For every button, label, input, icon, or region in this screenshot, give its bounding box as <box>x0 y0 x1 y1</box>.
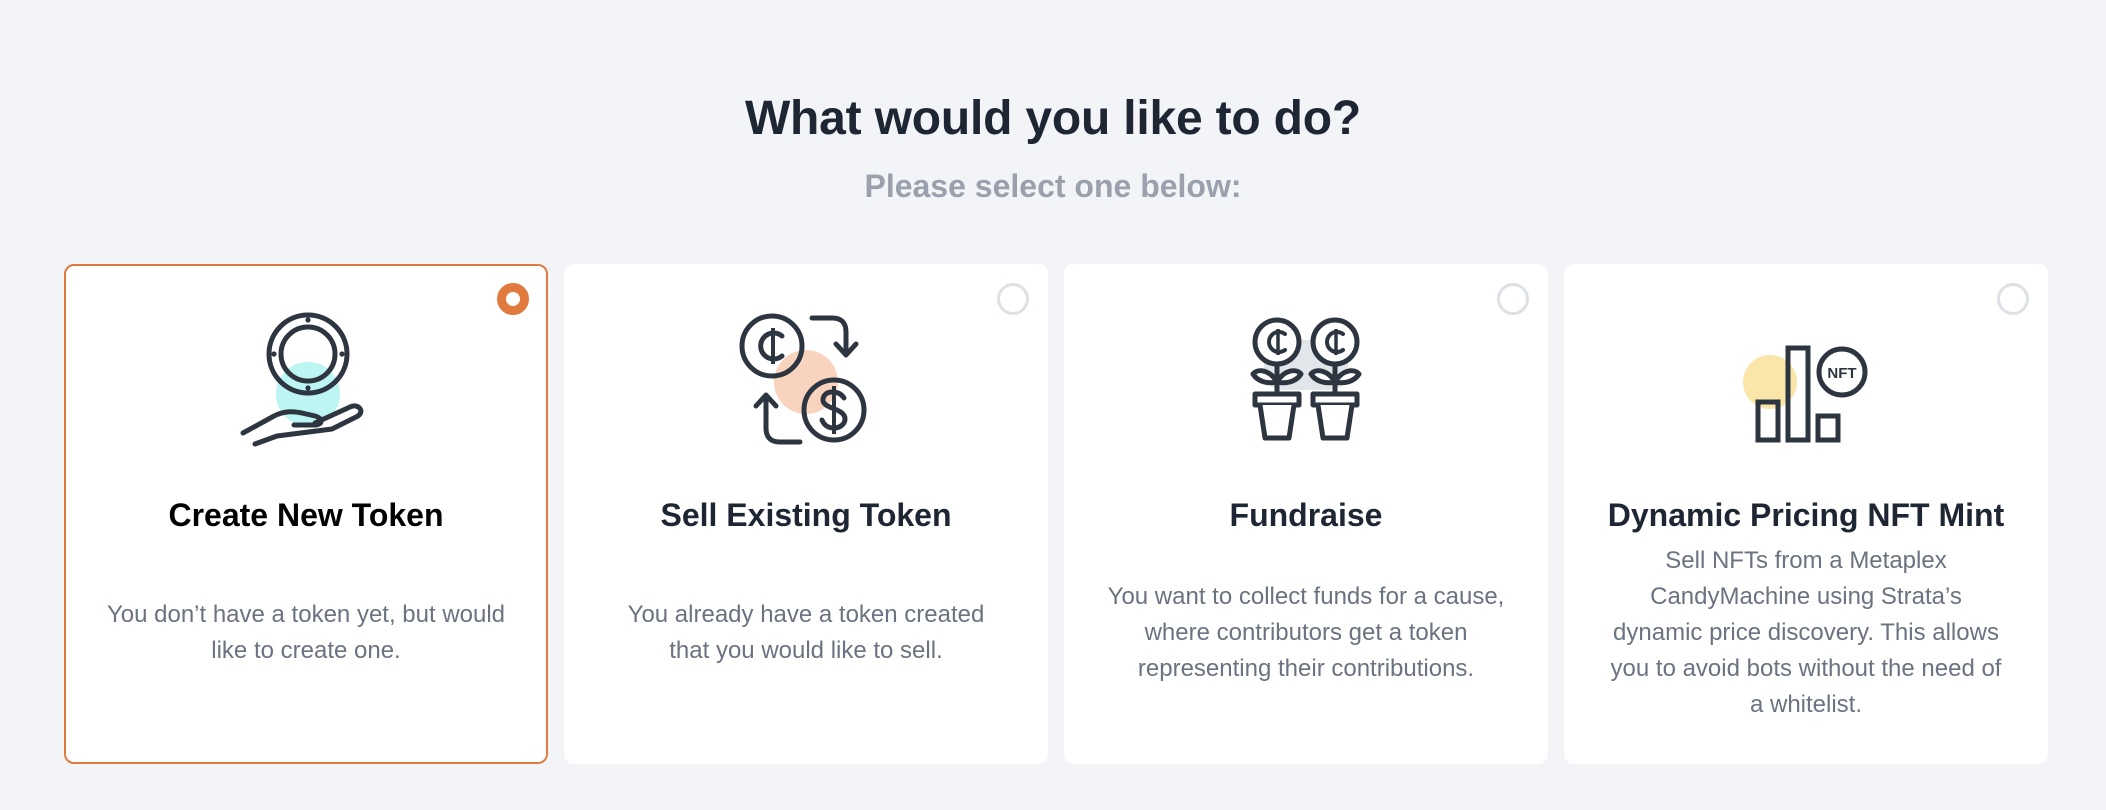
card-description: You don’t have a token yet, but would li… <box>106 601 506 664</box>
nft-icon-label: NFT <box>1827 365 1856 382</box>
potted-coin-plants-icon <box>1250 317 1362 441</box>
option-card-fundraise[interactable]: Fundraise You want to collect funds for … <box>1064 264 1548 764</box>
token-exchange-icon <box>739 313 867 445</box>
page-subtitle: Please select one below: <box>864 168 1242 204</box>
radio-fundraise[interactable] <box>1497 283 1529 315</box>
coin-in-hand-icon <box>240 312 364 447</box>
option-card-create-new-token[interactable]: Create New Token You don’t have a token … <box>64 264 548 764</box>
card-title: Dynamic Pricing NFT Mint <box>1607 497 2005 533</box>
option-cards: Create New Token You don’t have a token … <box>64 264 2048 764</box>
card-description: Sell NFTs from a Metaplex CandyMachine u… <box>1610 547 2002 718</box>
nft-bar-chart-icon: NFT <box>1743 345 1868 443</box>
radio-dynamic-pricing-nft-mint[interactable] <box>1997 283 2029 315</box>
option-card-sell-existing-token[interactable]: Sell Existing Token You already have a t… <box>564 264 1048 764</box>
radio-sell-existing-token[interactable] <box>997 283 1029 315</box>
card-title: Fundraise <box>1229 497 1383 533</box>
page-title: What would you like to do? <box>744 92 1362 145</box>
card-description: You already have a token created that yo… <box>627 601 985 664</box>
option-card-dynamic-pricing-nft-mint[interactable]: NFT Dynamic Pricing NFT Mint Sell NFTs f… <box>1564 264 2048 764</box>
card-title: Create New Token <box>168 497 444 533</box>
radio-create-new-token[interactable] <box>497 283 529 315</box>
page-header: What would you like to do? Please select… <box>0 82 2106 216</box>
card-description: You want to collect funds for a cause, w… <box>1107 583 1505 682</box>
card-title: Sell Existing Token <box>660 497 952 533</box>
